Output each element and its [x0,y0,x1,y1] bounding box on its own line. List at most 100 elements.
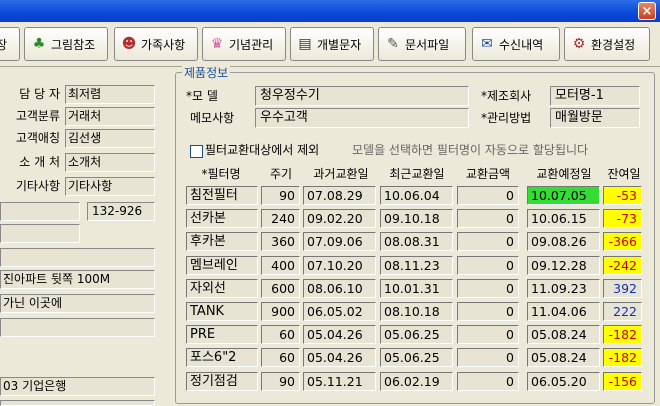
toolbar-button-family[interactable]: ☻ 가족사항 [114,27,198,61]
cell-remain[interactable]: -242 [603,255,642,275]
toolbar-button-anniversary[interactable]: ♛ 기념관리 [202,27,286,61]
cell-past[interactable]: 07.10.20 [303,255,376,275]
toolbar-button-document[interactable]: ✎ 문서파일 [378,27,466,61]
cell-remain[interactable]: -53 [603,186,642,205]
toolbar-button-truncated[interactable]: 장 [0,27,20,61]
cell-amount[interactable]: 0 [457,209,519,229]
cell-cycle[interactable]: 90 [261,371,300,391]
cell-amount[interactable]: 0 [457,255,519,275]
toolbar-button-inbox[interactable]: ✉ 수신내역 [472,27,560,61]
inbox-icon: ✉ [481,36,493,52]
address-field-3[interactable]: 가닌 이곳에 [0,294,155,313]
manufacturer-field[interactable]: 모터명-1 [550,86,640,106]
cell-due[interactable]: 10.06.15 [527,209,600,229]
exclude-checkbox[interactable] [190,145,203,158]
manage-method-field[interactable]: 매월방문 [550,108,640,128]
toolbar-button-message[interactable]: ▤ 개별문자 [290,27,374,61]
cell-name[interactable]: 침전필터 [186,186,258,205]
tree-icon: ♣ [32,36,46,52]
cell-recent[interactable]: 08.11.23 [380,255,453,275]
cell-cycle[interactable]: 360 [261,232,300,252]
customer-class-field[interactable]: 거래처 [65,107,155,126]
model-field[interactable]: 청우정수기 [255,86,469,106]
cell-remain[interactable]: -182 [603,348,642,368]
message-icon: ▤ [298,36,312,52]
cell-remain[interactable]: 392 [603,278,642,298]
cell-cycle[interactable]: 400 [261,255,300,275]
cell-cycle[interactable]: 900 [261,302,300,321]
cell-remain[interactable]: -182 [603,325,642,345]
col-recent-date: 최근교환일 [389,167,445,181]
cell-amount[interactable]: 0 [457,325,519,345]
referrer-field[interactable]: 소개처 [65,153,155,172]
toolbar-button-settings[interactable]: ⚙ 환경설정 [564,27,650,61]
phone-field[interactable] [0,224,80,243]
postcode-prefix-field[interactable] [0,202,80,221]
cell-due[interactable]: 09.12.28 [527,255,600,275]
cell-cycle[interactable]: 60 [261,348,300,368]
cell-cycle[interactable]: 240 [261,209,300,229]
cell-recent[interactable]: 09.10.18 [380,209,453,229]
cell-past[interactable]: 09.02.20 [303,209,376,229]
cell-due[interactable]: 06.05.20 [527,371,600,391]
cell-due[interactable]: 09.08.26 [527,232,600,252]
cell-past[interactable]: 08.06.10 [303,278,376,298]
cell-amount[interactable]: 0 [457,348,519,368]
cell-recent[interactable]: 05.06.25 [380,348,453,368]
nickname-field[interactable]: 김선생 [65,129,155,148]
extra-field[interactable] [0,318,155,337]
postcode-field[interactable]: 132-926 [87,202,155,221]
cell-remain[interactable]: -366 [603,232,642,252]
manage-method-label: *관리방법 [481,111,532,125]
cell-cycle[interactable]: 90 [261,186,300,205]
cell-name[interactable]: 멤브레인 [186,255,258,275]
cell-name[interactable]: 포스6"2 [186,348,258,368]
cell-name[interactable]: 자외선 [186,278,258,298]
address-field-2[interactable]: 진아파트 뒷쪽 100M [0,270,155,289]
cell-recent[interactable]: 06.02.19 [380,371,453,391]
cell-due[interactable]: 05.08.24 [527,325,600,345]
cell-name[interactable]: 후카본 [186,232,258,252]
cell-amount[interactable]: 0 [457,186,519,205]
customer-class-label: 고객분류 [15,109,60,123]
col-cycle: 주기 [269,167,293,181]
cell-recent[interactable]: 10.01.31 [380,278,453,298]
cell-name[interactable]: 선카본 [186,209,258,229]
cell-amount[interactable]: 0 [457,302,519,321]
cell-recent[interactable]: 05.06.25 [380,325,453,345]
misc-field[interactable]: 기타사항 [65,177,155,196]
cell-recent[interactable]: 08.08.31 [380,232,453,252]
memo-field[interactable]: 우수고객 [255,108,469,128]
cell-name[interactable]: PRE [186,325,258,345]
cell-cycle[interactable]: 600 [261,278,300,298]
col-due-date: 교환예정일 [536,167,592,181]
cell-due[interactable]: 05.08.24 [527,348,600,368]
cell-past[interactable]: 07.08.29 [303,186,376,205]
address-field-1[interactable] [0,248,155,267]
bank-field[interactable]: 03 기업은행 [0,377,155,396]
cell-past[interactable]: 07.09.06 [303,232,376,252]
cell-amount[interactable]: 0 [457,232,519,252]
cell-name[interactable]: 정기점검 [186,371,258,391]
cell-recent[interactable]: 08.10.18 [380,302,453,321]
cell-amount[interactable]: 0 [457,371,519,391]
cell-due[interactable]: 11.04.06 [527,302,600,321]
cell-amount[interactable]: 0 [457,278,519,298]
cell-past[interactable]: 05.11.21 [303,371,376,391]
toolbar-button-picture[interactable]: ♣ 그림참조 [24,27,108,61]
cell-past[interactable]: 05.04.26 [303,348,376,368]
cake-icon: ♛ [210,36,224,52]
cell-past[interactable]: 06.05.02 [303,302,376,321]
cell-cycle[interactable]: 60 [261,325,300,345]
account-field[interactable] [0,400,155,406]
cell-name[interactable]: TANK [186,302,258,321]
cell-due[interactable]: 10.07.05 [527,186,600,205]
cell-due[interactable]: 11.09.23 [527,278,600,298]
manager-field[interactable]: 최저렴 [65,85,155,104]
cell-remain[interactable]: 222 [603,302,642,321]
cell-remain[interactable]: -156 [603,371,642,391]
cell-remain[interactable]: -73 [603,209,642,229]
close-icon[interactable]: × [638,2,656,20]
cell-recent[interactable]: 10.06.04 [380,186,453,205]
cell-past[interactable]: 05.04.26 [303,325,376,345]
